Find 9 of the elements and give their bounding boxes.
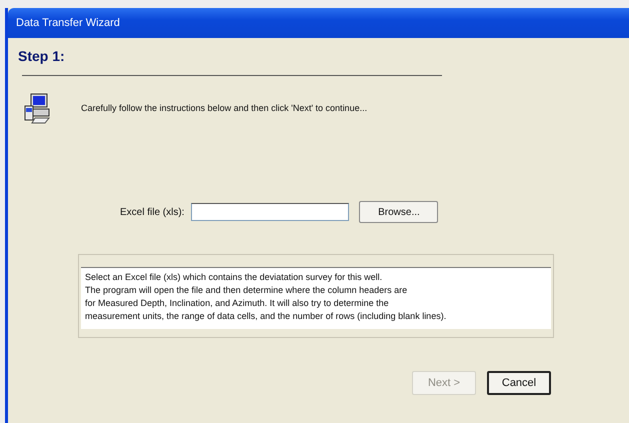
window-title: Data Transfer Wizard: [16, 17, 120, 29]
cancel-button[interactable]: Cancel: [487, 371, 551, 395]
instruction-text: Carefully follow the instructions below and then click 'Next' to continue...: [81, 103, 368, 113]
file-path-field[interactable]: [191, 203, 350, 221]
field-label: Excel file (xls):: [120, 206, 184, 218]
step-title: Step 1:: [18, 48, 66, 64]
browse-button[interactable]: Browse...: [359, 201, 438, 223]
description-text: Select an Excel file (xls) which contains the deviatation survey for this well. The program will open the file and then determine where the column headers are for Measured Depth, Inclination, and Azimuth. It will also try to determine the measurement units, the range of data cells, and the number of rows (including blank lines).: [81, 267, 551, 329]
computer-icon: [23, 92, 53, 124]
